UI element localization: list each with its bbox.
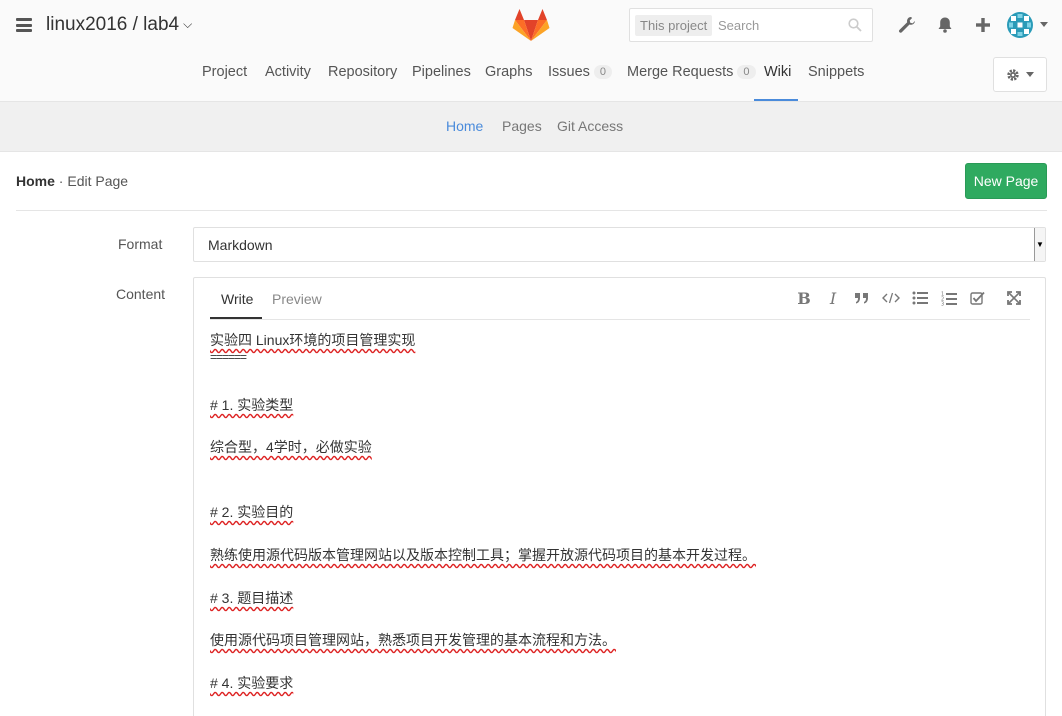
- top-header: linux2016 / lab4 ⌵ This project Search P…: [0, 0, 1062, 102]
- editor-line: # 2. 实验目的: [210, 504, 294, 520]
- nav-snippets[interactable]: Snippets: [808, 64, 864, 80]
- content-editor: Write Preview B I 123 实验四 Linux环境的项目管理实现…: [193, 277, 1046, 716]
- caret-down-icon: [1026, 71, 1034, 77]
- subnav-git-access[interactable]: Git Access: [557, 118, 623, 134]
- wiki-subnav: Home Pages Git Access: [0, 102, 1062, 152]
- format-label: Format: [118, 236, 163, 252]
- editor-line: ======: [210, 350, 247, 364]
- editor-line: # 1. 实验类型: [210, 397, 294, 413]
- editor-line: 熟练使用源代码版本管理网站以及版本控制工具；掌握开放源代码项目的基本开发过程。: [210, 547, 756, 563]
- task-list-icon[interactable]: [969, 288, 987, 308]
- bell-icon[interactable]: [934, 14, 956, 36]
- search-scope-badge: This project: [635, 15, 713, 36]
- editor-line: 使用源代码项目管理网站，熟悉项目开发管理的基本流程和方法。: [210, 632, 616, 648]
- subnav-home[interactable]: Home: [446, 118, 483, 134]
- quote-icon[interactable]: [853, 288, 871, 308]
- search-icon: [848, 18, 862, 32]
- gitlab-logo-icon[interactable]: [512, 8, 550, 42]
- active-tab-indicator: [754, 99, 798, 101]
- merge-requests-count-badge: 0: [737, 65, 756, 79]
- nav-project[interactable]: Project: [202, 64, 247, 80]
- divider: [16, 210, 1047, 211]
- issues-count-badge: 0: [593, 65, 613, 79]
- write-tab-indicator: [210, 317, 262, 319]
- page-title-action: Edit Page: [67, 173, 129, 189]
- numbered-list-icon[interactable]: 123: [940, 288, 958, 308]
- user-avatar-dropdown[interactable]: [1006, 11, 1050, 39]
- caret-down-icon: [1040, 22, 1048, 27]
- nav-pipelines[interactable]: Pipelines: [412, 64, 471, 80]
- nav-graphs[interactable]: Graphs: [485, 64, 533, 80]
- editor-tabs: Write Preview B I 123: [210, 278, 1030, 320]
- search-box[interactable]: This project: [629, 8, 873, 42]
- nav-wiki[interactable]: Wiki: [764, 64, 791, 80]
- new-page-button[interactable]: New Page: [965, 163, 1047, 199]
- italic-icon[interactable]: I: [824, 288, 842, 308]
- nav-repository[interactable]: Repository: [328, 64, 397, 80]
- tab-preview[interactable]: Preview: [272, 291, 322, 307]
- nav-merge-requests-label: Merge Requests: [627, 64, 734, 80]
- svg-text:3: 3: [941, 301, 944, 306]
- editor-line: 实验四 Linux环境的项目管理实现: [210, 332, 416, 348]
- nav-activity[interactable]: Activity: [265, 64, 311, 80]
- gear-icon: [1007, 68, 1019, 81]
- search-input[interactable]: [718, 14, 838, 37]
- format-select-value: Markdown: [208, 237, 273, 253]
- content-label: Content: [116, 286, 166, 302]
- nav-merge-requests[interactable]: Merge Requests 0: [627, 64, 756, 80]
- nav-issues-label: Issues: [548, 64, 590, 80]
- subnav-pages[interactable]: Pages: [502, 118, 542, 134]
- bold-icon[interactable]: B: [795, 288, 813, 308]
- page-title: Home · Edit Page: [16, 173, 128, 189]
- nav-issues[interactable]: Issues 0: [548, 64, 613, 80]
- avatar: [1007, 12, 1033, 38]
- bulleted-list-icon[interactable]: [911, 288, 929, 308]
- tab-write[interactable]: Write: [221, 291, 253, 307]
- project-title-text: linux2016 / lab4: [46, 14, 180, 35]
- editor-line: 综合型，4学时，必做实验: [210, 439, 372, 455]
- wrench-icon[interactable]: [896, 14, 918, 36]
- code-icon[interactable]: [882, 288, 900, 308]
- breadcrumb-separator: ·: [54, 173, 68, 189]
- editor-line: # 4. 实验要求: [210, 675, 294, 691]
- hamburger-menu-icon[interactable]: [16, 18, 32, 32]
- project-settings-dropdown[interactable]: [993, 57, 1047, 92]
- page-title-name: Home: [16, 173, 55, 189]
- fullscreen-icon[interactable]: [1005, 288, 1023, 308]
- format-select[interactable]: Markdown ▼: [193, 227, 1046, 262]
- project-title[interactable]: linux2016 / lab4 ⌵: [46, 14, 192, 36]
- chevron-down-icon: ⌵: [183, 17, 193, 31]
- select-arrow-icon[interactable]: ▼: [1034, 228, 1045, 261]
- plus-icon[interactable]: [972, 14, 994, 36]
- project-nav: Project Activity Repository Pipelines Gr…: [0, 52, 1062, 102]
- editor-line: # 3. 题目描述: [210, 590, 294, 606]
